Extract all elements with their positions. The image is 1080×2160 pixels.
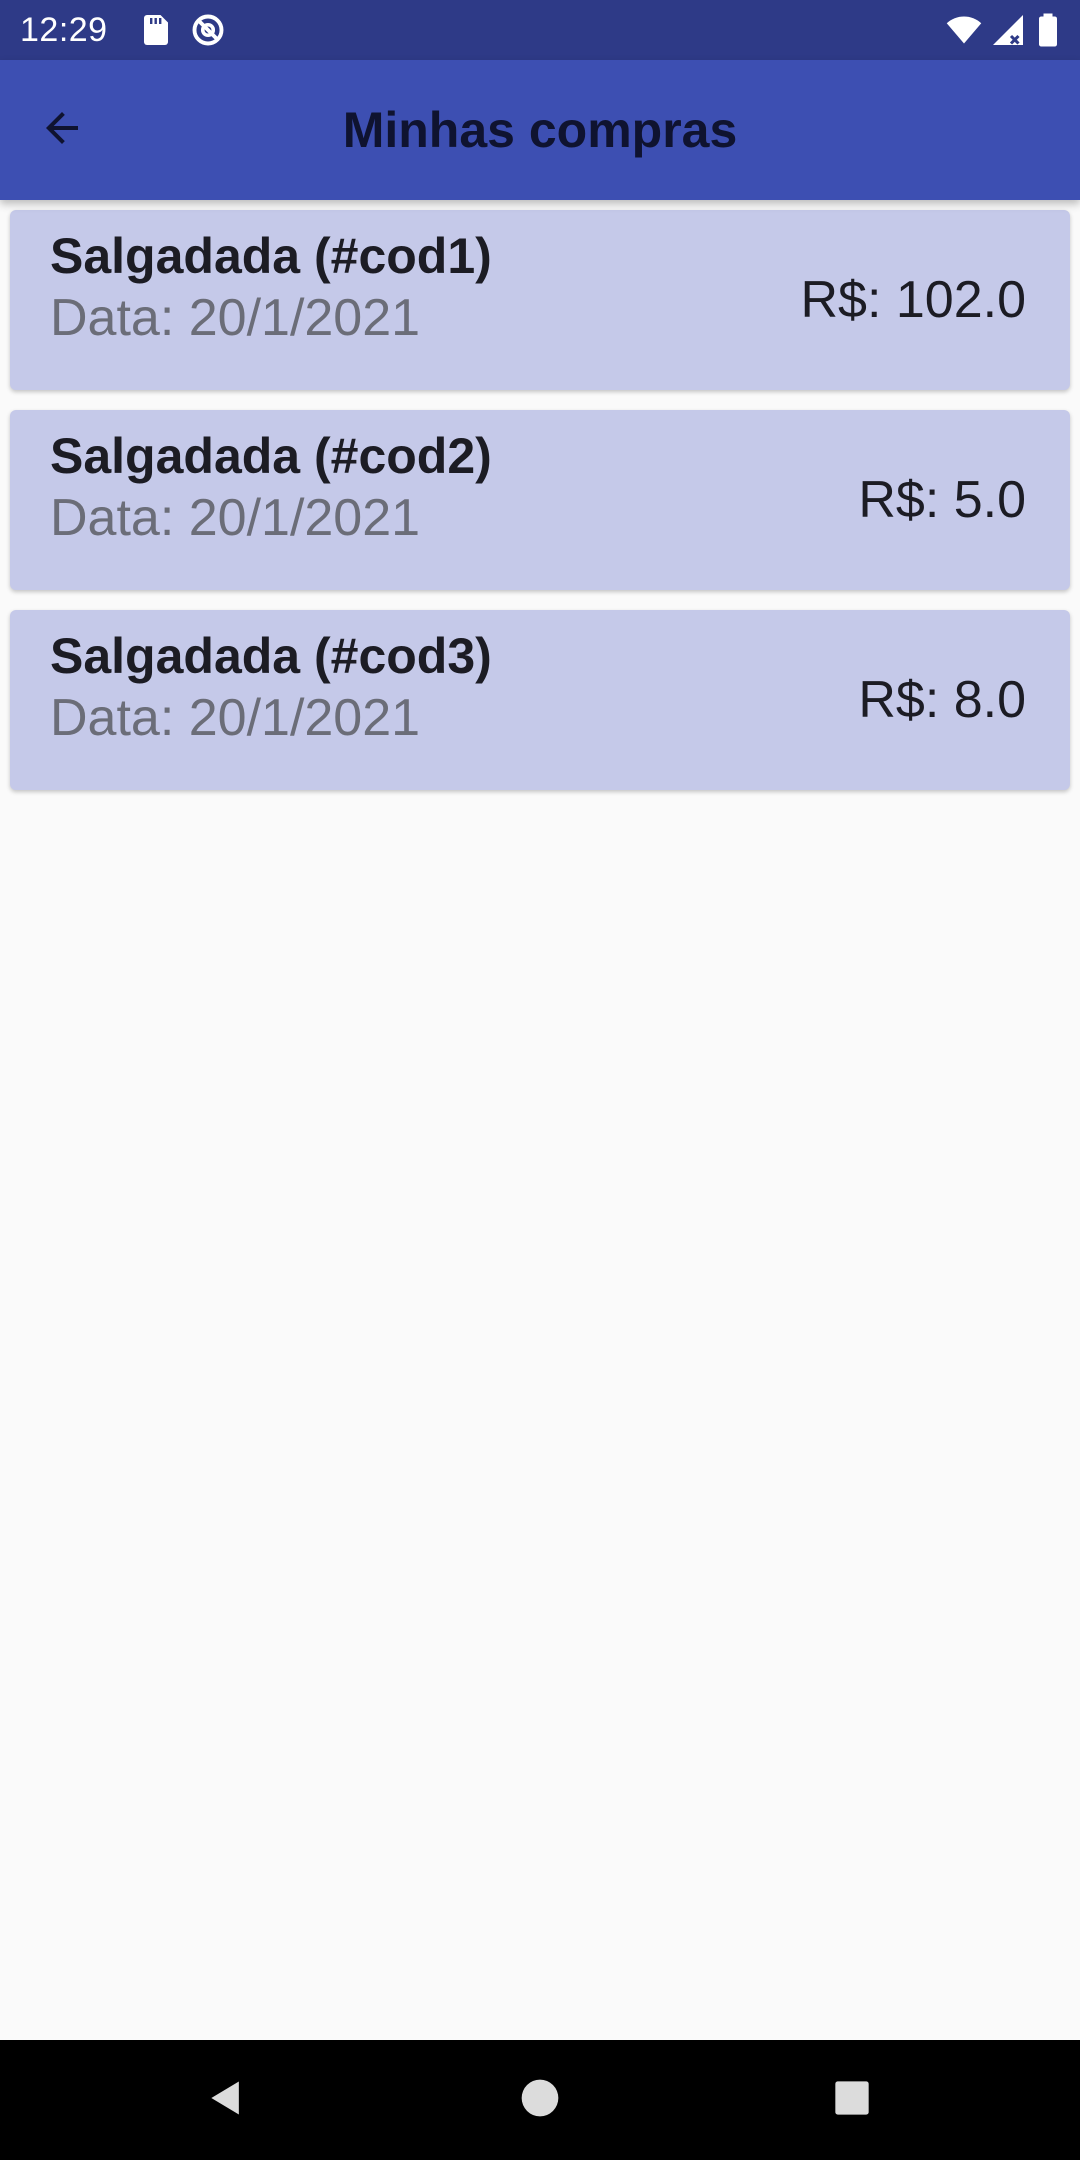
home-circle-icon — [520, 2078, 560, 2123]
no-disturb-icon — [190, 12, 226, 48]
screen: 12:29 Minhas compras Salgadada (#cod1) D… — [0, 0, 1080, 2160]
purchase-list: Salgadada (#cod1) Data: 20/1/2021 R$: 10… — [10, 210, 1070, 810]
purchase-price: R$: 5.0 — [858, 471, 1026, 529]
purchase-item[interactable]: Salgadada (#cod1) Data: 20/1/2021 R$: 10… — [10, 210, 1070, 390]
navigation-bar — [0, 2040, 1080, 2160]
nav-home-button[interactable] — [510, 2070, 570, 2130]
wifi-icon — [946, 12, 982, 48]
purchase-price: R$: 8.0 — [858, 671, 1026, 729]
purchase-date: Data: 20/1/2021 — [50, 489, 421, 547]
purchase-title: Salgadada (#cod1) — [50, 228, 492, 284]
nav-recents-button[interactable] — [822, 2070, 882, 2130]
battery-icon — [1036, 12, 1060, 48]
purchase-title: Salgadada (#cod2) — [50, 428, 492, 484]
purchase-date: Data: 20/1/2021 — [50, 289, 421, 347]
purchase-date: Data: 20/1/2021 — [50, 689, 421, 747]
page-title: Minhas compras — [342, 102, 738, 158]
nav-back-button[interactable] — [196, 2070, 256, 2130]
app-bar: Minhas compras — [0, 60, 1080, 200]
back-triangle-icon — [204, 2076, 248, 2125]
recents-square-icon — [832, 2078, 872, 2123]
cell-signal-icon — [990, 12, 1026, 48]
purchase-item[interactable]: Salgadada (#cod3) Data: 20/1/2021 R$: 8.… — [10, 610, 1070, 790]
status-time: 12:29 — [20, 11, 108, 49]
purchase-title: Salgadada (#cod3) — [50, 628, 492, 684]
status-bar: 12:29 — [0, 0, 1080, 60]
purchase-item[interactable]: Salgadada (#cod2) Data: 20/1/2021 R$: 5.… — [10, 410, 1070, 590]
sd-card-icon — [138, 12, 174, 48]
purchase-price: R$: 102.0 — [800, 271, 1027, 329]
